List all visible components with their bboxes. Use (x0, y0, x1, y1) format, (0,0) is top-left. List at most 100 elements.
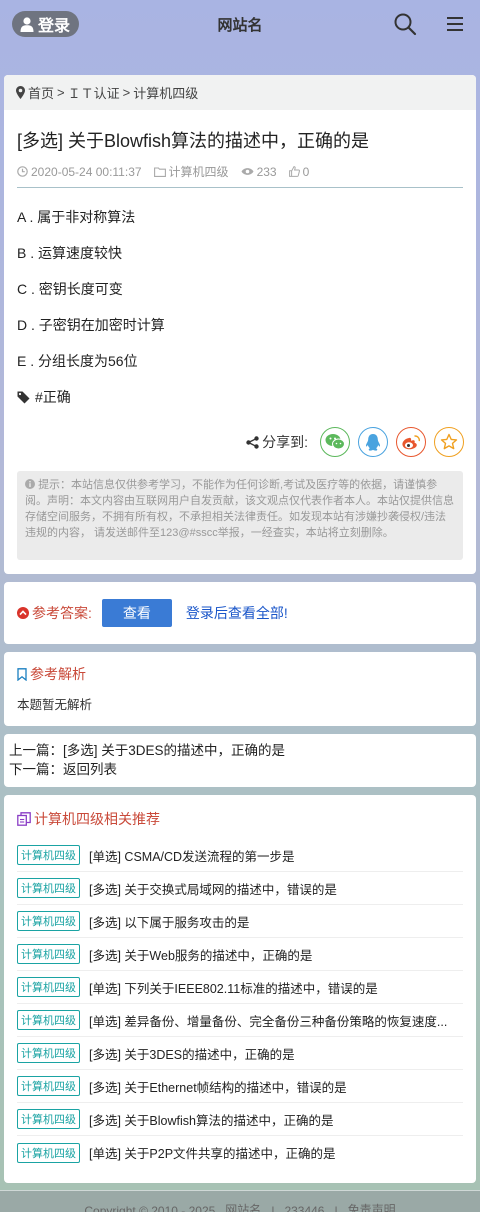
prev-article-link[interactable]: [多选] 关于3DES的描述中，正确的是 (63, 743, 285, 758)
breadcrumb-separator: > (122, 85, 131, 100)
list-item[interactable]: 计算机四级 [单选] 关于P2P文件共享的描述中，正确的是 (17, 1136, 463, 1169)
meta-date: 2020-05-24 00:11:37 (17, 165, 142, 179)
disclaimer-text: 提示：本站信息仅供参考学习，不能作为任何诊断,考试及医疗等的依据，请谨慎参阅。声… (25, 479, 454, 539)
related-tag[interactable]: 计算机四级 (17, 1043, 80, 1063)
meta-views: 233 (241, 165, 277, 179)
share-label-text: 分享到: (262, 434, 308, 450)
footer-disclaimer-link[interactable]: 免责声明 (348, 1201, 396, 1212)
meta-date-text: 2020-05-24 00:11:37 (31, 164, 142, 179)
list-item[interactable]: 计算机四级 [单选] 下列关于IEEE802.11标准的描述中，错误的是 (17, 971, 463, 1004)
related-list: 计算机四级 [单选] CSMA/CD发送流程的第一步是 计算机四级 [多选] 关于交… (17, 839, 463, 1169)
share-label: 分享到: (246, 432, 308, 452)
view-answer-button[interactable]: 查看 (101, 599, 172, 627)
list-item[interactable]: 计算机四级 [单选] CSMA/CD发送流程的第一步是 (17, 839, 463, 872)
related-link[interactable]: [单选] 差异备份、增量备份、完全备份三种备份策略的恢复速度... (89, 1011, 447, 1030)
related-tag[interactable]: 计算机四级 (17, 1109, 80, 1129)
question-card: 首页 > ＩＴ认证 > 计算机四级 [多选] 关于Blowfish算法的描述中，… (4, 75, 476, 574)
breadcrumb: 首页 > ＩＴ认证 > 计算机四级 (4, 75, 476, 110)
clock-icon (17, 166, 28, 177)
next-article[interactable]: 下一篇：返回列表 (9, 760, 471, 779)
answer-label: 参考答案: (17, 603, 92, 623)
prev-article[interactable]: 上一篇：[多选] 关于3DES的描述中，正确的是 (9, 741, 471, 760)
qq-icon (365, 433, 381, 451)
folder-icon (153, 166, 166, 177)
meta-likes-text: 0 (302, 164, 310, 179)
list-item[interactable]: 计算机四级 [多选] 关于Ethernet帧结构的描述中，错误的是 (17, 1070, 463, 1103)
list-item[interactable]: 计算机四级 [多选] 关于Web服务的描述中，正确的是 (17, 938, 463, 971)
search-icon[interactable] (393, 12, 417, 36)
question-meta: 2020-05-24 00:11:37 计算机四级 233 0 (17, 163, 321, 180)
breadcrumb-home[interactable]: 首页 (28, 83, 54, 102)
related-tag[interactable]: 计算机四级 (17, 878, 80, 898)
option-a[interactable]: A . 属于非对称算法 (17, 207, 165, 243)
footer-site-link[interactable]: 网站名 (225, 1201, 261, 1212)
weibo-icon (402, 434, 421, 449)
share-qq-button[interactable] (358, 427, 388, 457)
share-bar: 分享到: (246, 427, 464, 457)
share-icon (246, 435, 259, 449)
meta-category-text: 计算机四级 (168, 165, 229, 179)
related-link[interactable]: [多选] 关于Blowfish算法的描述中，正确的是 (89, 1110, 333, 1129)
chevron-up-circle-icon (17, 607, 29, 619)
analysis-card: 参考解析 本题暂无解析 (4, 652, 476, 726)
footer: Copyright © 2010 - 2025 网站名 | 233446 | 免… (0, 1190, 480, 1212)
related-tag[interactable]: 计算机四级 (17, 977, 80, 997)
related-link[interactable]: [单选] 下列关于IEEE802.11标准的描述中，错误的是 (89, 978, 378, 997)
related-tag[interactable]: 计算机四级 (17, 845, 80, 865)
wechat-icon (325, 434, 345, 450)
answer-options: A . 属于非对称算法 B . 运算速度较快 C . 密钥长度可变 D . 子密… (17, 207, 165, 387)
next-prefix: 下一篇： (9, 762, 63, 777)
option-d[interactable]: D . 子密钥在加密时计算 (17, 315, 165, 351)
question-tag[interactable]: #正确 (17, 387, 71, 407)
related-link[interactable]: [多选] 关于Ethernet帧结构的描述中，错误的是 (89, 1077, 347, 1096)
menu-icon[interactable] (446, 14, 464, 34)
option-e[interactable]: E . 分组长度为56位 (17, 351, 165, 387)
copy-icon (17, 812, 31, 826)
eye-icon (241, 168, 254, 175)
related-tag[interactable]: 计算机四级 (17, 1076, 80, 1096)
breadcrumb-current[interactable]: 计算机四级 (133, 83, 198, 102)
share-wechat-button[interactable] (320, 427, 350, 457)
related-link[interactable]: [多选] 关于Web服务的描述中，正确的是 (89, 945, 312, 964)
thumbs-up-icon (288, 166, 300, 177)
related-link[interactable]: [多选] 以下属于服务攻击的是 (89, 912, 249, 931)
share-favorite-button[interactable] (434, 427, 464, 457)
list-item[interactable]: 计算机四级 [多选] 以下属于服务攻击的是 (17, 905, 463, 938)
related-link[interactable]: [多选] 关于3DES的描述中，正确的是 (89, 1044, 295, 1063)
list-item[interactable]: 计算机四级 [多选] 关于Blowfish算法的描述中，正确的是 (17, 1103, 463, 1136)
breadcrumb-category[interactable]: ＩＴ认证 (68, 83, 120, 102)
meta-likes[interactable]: 0 (288, 164, 310, 179)
question-title: [多选] 关于Blowfish算法的描述中，正确的是 (17, 131, 370, 151)
related-link[interactable]: [单选] CSMA/CD发送流程的第一步是 (89, 846, 295, 865)
prev-next-nav: 上一篇：[多选] 关于3DES的描述中，正确的是 下一篇：返回列表 (4, 734, 476, 787)
list-item[interactable]: 计算机四级 [多选] 关于3DES的描述中，正确的是 (17, 1037, 463, 1070)
login-to-view-all-link[interactable]: 登录后查看全部! (186, 603, 288, 623)
disclaimer-notice: 提示：本站信息仅供参考学习，不能作为任何诊断,考试及医疗等的依据，请谨慎参阅。声… (17, 471, 463, 560)
meta-category[interactable]: 计算机四级 (153, 163, 229, 180)
analysis-title-text: 参考解析 (30, 666, 86, 682)
answer-card: 参考答案: 查看 登录后查看全部! (4, 582, 476, 644)
related-tag[interactable]: 计算机四级 (17, 944, 80, 964)
related-tag[interactable]: 计算机四级 (17, 911, 80, 931)
related-tag[interactable]: 计算机四级 (17, 1142, 80, 1163)
tag-icon (17, 391, 30, 403)
footer-icp-link[interactable]: 233446 (284, 1204, 324, 1212)
bookmark-icon (17, 667, 27, 681)
location-pin-icon (16, 86, 25, 99)
list-item[interactable]: 计算机四级 [单选] 差异备份、增量备份、完全备份三种备份策略的恢复速度... (17, 1004, 463, 1037)
next-article-link[interactable]: 返回列表 (63, 762, 117, 777)
analysis-text: 本题暂无解析 (17, 698, 93, 712)
related-link[interactable]: [单选] 关于P2P文件共享的描述中，正确的是 (89, 1143, 336, 1162)
analysis-title: 参考解析 (17, 664, 463, 684)
share-weibo-button[interactable] (396, 427, 426, 457)
footer-copyright: Copyright © 2010 - 2025 (84, 1204, 216, 1212)
favorite-icon (440, 433, 458, 450)
info-icon (25, 479, 35, 489)
related-tag[interactable]: 计算机四级 (17, 1010, 80, 1030)
option-c[interactable]: C . 密钥长度可变 (17, 279, 165, 315)
list-item[interactable]: 计算机四级 [多选] 关于交换式局域网的描述中，错误的是 (17, 872, 463, 905)
answer-label-text: 参考答案: (32, 605, 92, 621)
related-link[interactable]: [多选] 关于交换式局域网的描述中，错误的是 (89, 879, 337, 898)
footer-separator: | (334, 1204, 338, 1212)
option-b[interactable]: B . 运算速度较快 (17, 243, 165, 279)
